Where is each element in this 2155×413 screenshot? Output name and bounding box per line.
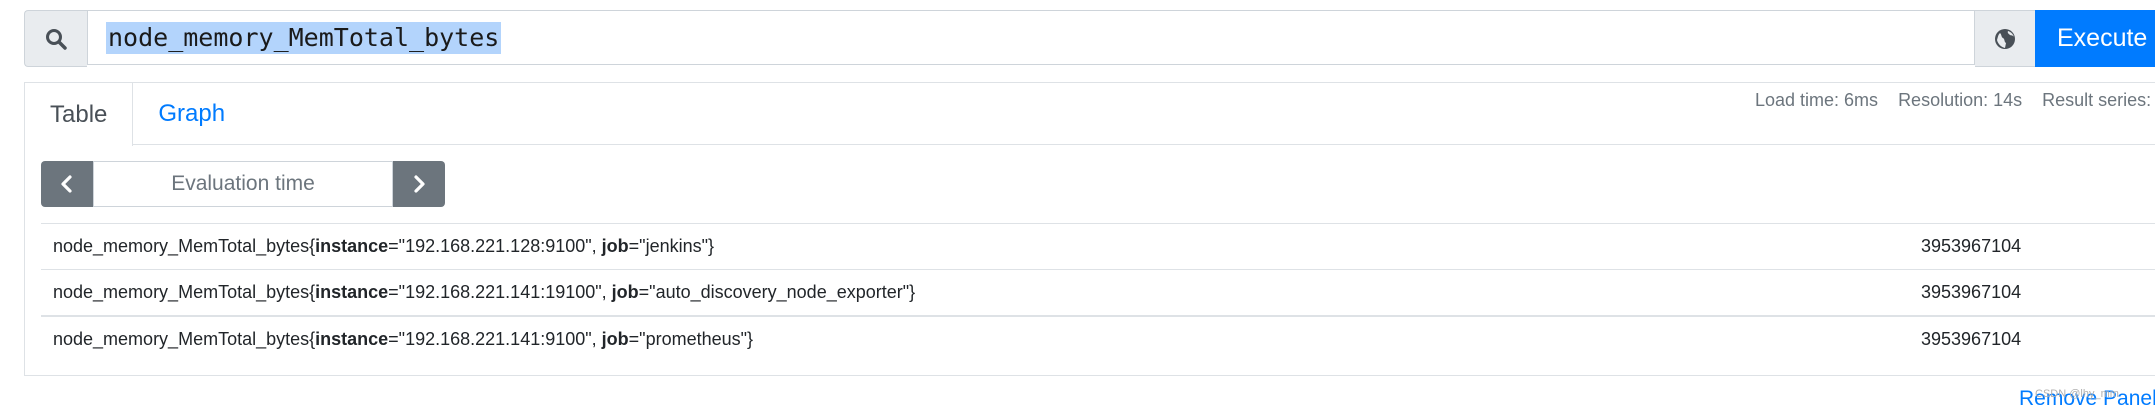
expression-input[interactable]: node_memory_MemTotal_bytes bbox=[87, 10, 1975, 65]
series-value: 3953967104 bbox=[1921, 236, 2022, 256]
search-icon bbox=[46, 28, 67, 50]
series-label: node_memory_MemTotal_bytes{instance="192… bbox=[53, 282, 916, 302]
chevron-right-icon bbox=[414, 175, 425, 193]
watermark: CSDN @lhy_mm bbox=[2035, 388, 2119, 400]
series-value: 3953967104 bbox=[1921, 329, 2022, 349]
evaluation-time-input[interactable] bbox=[93, 161, 393, 207]
series-label: node_memory_MemTotal_bytes{instance="192… bbox=[53, 236, 715, 256]
series-label: node_memory_MemTotal_bytes{instance="192… bbox=[53, 329, 754, 349]
query-stats: Load time: 6ms Resolution: 14s Result se… bbox=[1755, 87, 2155, 113]
expression-text: node_memory_MemTotal_bytes bbox=[106, 21, 502, 54]
query-bar: node_memory_MemTotal_bytes Execute bbox=[24, 10, 2155, 67]
tab-divider bbox=[130, 144, 2155, 145]
resolution: Resolution: 14s bbox=[1898, 89, 2023, 110]
panel-tabs: Table Graph bbox=[25, 83, 250, 146]
chevron-left-icon bbox=[61, 175, 72, 193]
table-row: node_memory_MemTotal_bytes{instance="192… bbox=[41, 315, 2155, 362]
globe-icon bbox=[1995, 28, 2015, 49]
result-series: Result series: 3 bbox=[2042, 89, 2155, 110]
tab-table[interactable]: Table bbox=[25, 83, 134, 146]
table-row: node_memory_MemTotal_bytes{instance="192… bbox=[41, 223, 2155, 269]
load-time: Load time: 6ms bbox=[1755, 89, 1879, 110]
results-table: node_memory_MemTotal_bytes{instance="192… bbox=[41, 223, 2155, 362]
tab-graph[interactable]: Graph bbox=[133, 83, 250, 145]
eval-time-next-button[interactable] bbox=[393, 161, 445, 207]
eval-time-previous-button[interactable] bbox=[41, 161, 93, 207]
series-value: 3953967104 bbox=[1921, 282, 2022, 302]
table-row: node_memory_MemTotal_bytes{instance="192… bbox=[41, 269, 2155, 315]
metrics-explorer-button[interactable] bbox=[1975, 10, 2035, 67]
evaluation-time-group bbox=[41, 161, 445, 207]
execute-button[interactable]: Execute bbox=[2035, 10, 2155, 67]
query-panel: Table Graph Load time: 6ms Resolution: 1… bbox=[24, 82, 2155, 376]
search-addon bbox=[24, 10, 87, 67]
